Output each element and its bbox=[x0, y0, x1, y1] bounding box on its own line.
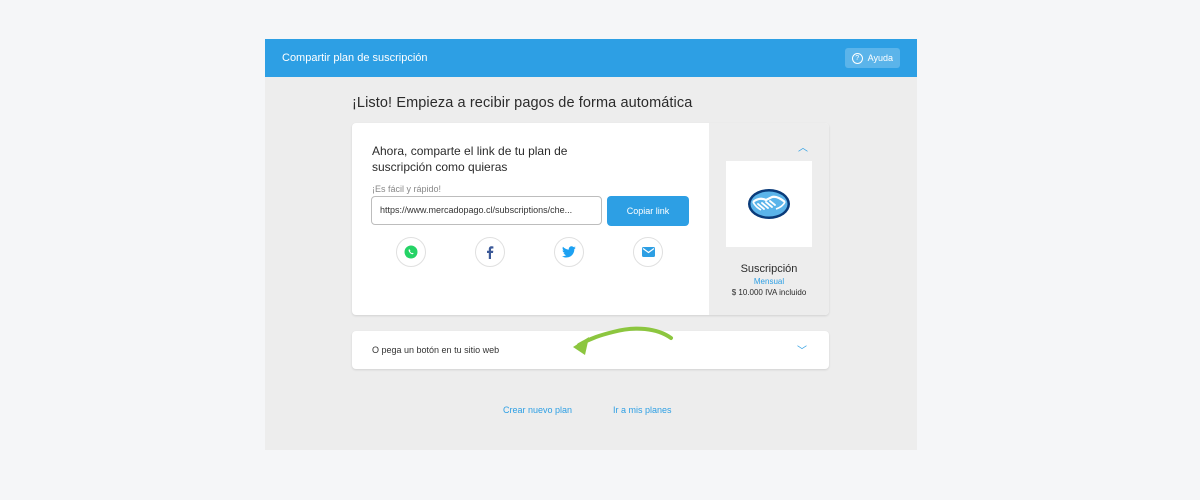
share-whatsapp-button[interactable] bbox=[396, 237, 426, 267]
plan-summary-panel: ︿ Suscripción Mensual $ 10.000 IVA inclu… bbox=[709, 123, 829, 315]
share-twitter-button[interactable] bbox=[554, 237, 584, 267]
link-field-label: ¡Es fácil y rápido! bbox=[372, 184, 442, 194]
whatsapp-icon bbox=[404, 245, 418, 259]
help-label: Ayuda bbox=[867, 53, 893, 63]
pointer-arrow-icon bbox=[573, 326, 673, 355]
subscription-frequency: Mensual bbox=[753, 277, 785, 286]
copy-link-button[interactable]: Copiar link bbox=[607, 196, 689, 226]
embed-label: O pega un botón en tu sitio web bbox=[372, 345, 500, 355]
subscription-price: $ 10.000 IVA incluido bbox=[731, 288, 807, 297]
subscription-name: Suscripción bbox=[740, 263, 798, 275]
my-plans-link[interactable]: Ir a mis planes bbox=[613, 405, 672, 415]
create-new-plan-link[interactable]: Crear nuevo plan bbox=[503, 405, 572, 415]
window-title: Compartir plan de suscripción bbox=[282, 52, 428, 64]
share-card: Ahora, comparte el link de tu plan de su… bbox=[352, 123, 829, 315]
handshake-logo-icon bbox=[748, 189, 790, 219]
chevron-up-icon[interactable]: ︿ bbox=[798, 139, 808, 154]
subscription-link-field[interactable]: https://www.mercadopago.cl/subscriptions… bbox=[371, 196, 602, 225]
question-circle-icon: ? bbox=[851, 52, 863, 64]
twitter-icon bbox=[562, 246, 576, 258]
share-plan-window: Compartir plan de suscripción ? Ayuda ¡L… bbox=[265, 39, 917, 450]
mail-icon bbox=[641, 247, 655, 257]
chevron-down-icon[interactable]: ﹀ bbox=[797, 342, 807, 357]
mercadopago-logo bbox=[726, 161, 812, 247]
help-button[interactable]: ? Ayuda bbox=[844, 48, 900, 68]
facebook-icon bbox=[487, 246, 494, 259]
share-card-title: Ahora, comparte el link de tu plan de su… bbox=[372, 144, 568, 174]
share-facebook-button[interactable] bbox=[475, 237, 505, 267]
page-title: ¡Listo! Empieza a recibir pagos de forma… bbox=[352, 95, 693, 111]
share-email-button[interactable] bbox=[633, 237, 663, 267]
top-bar: Compartir plan de suscripción ? Ayuda bbox=[265, 39, 917, 77]
